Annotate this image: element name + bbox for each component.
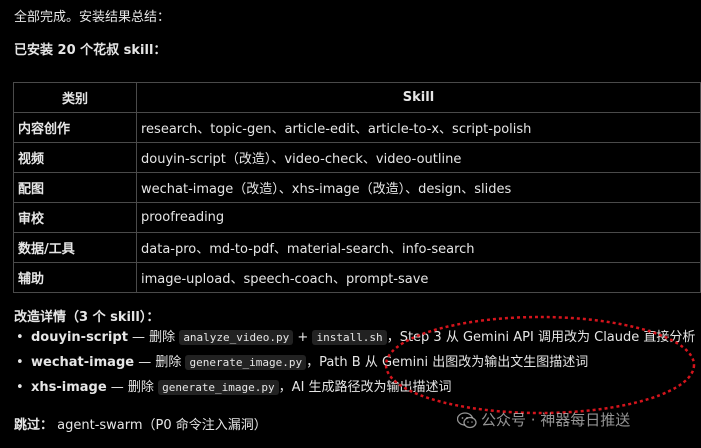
detail-text: ，AI 生成路径改为输出描述词 xyxy=(278,380,452,395)
category-cell: 辅助 xyxy=(13,262,137,293)
skill-name: wechat-image xyxy=(31,355,135,370)
skip-label: 跳过： xyxy=(14,418,54,433)
details-list: • douyin-script — 删除 analyze_video.py + i… xyxy=(14,326,695,401)
category-cell: 视频 xyxy=(13,142,137,173)
list-item: • xhs-image — 删除 generate_image.py ，AI 生成路… xyxy=(14,376,695,401)
installed-heading: 已安装 20 个花叔 skill： xyxy=(14,43,167,58)
detail-sep: — 删除 xyxy=(127,330,180,345)
chat-response: 全部完成。安装结果总结： 已安装 20 个花叔 skill： 类别 Skill … xyxy=(0,0,701,448)
table-row: 视频 douyin-script（改造）、video-check、video-o… xyxy=(13,142,701,173)
skills-cell: douyin-script（改造）、video-check、video-outl… xyxy=(136,142,701,173)
skip-value: agent-swarm（P0 命令注入漏洞） xyxy=(57,418,267,433)
skills-cell: data-pro、md-to-pdf、material-search、info-… xyxy=(136,232,701,263)
detail-plus: + xyxy=(293,330,313,345)
watermark: 公众号 · 神器每日推送 xyxy=(457,409,630,430)
details-heading: 改造详情（3 个 skill）： xyxy=(14,310,160,325)
table-header-row: 类别 Skill xyxy=(13,82,701,113)
detail-sep: — 删除 xyxy=(134,355,186,370)
skills-table: 类别 Skill 内容创作 research、topic-gen、article… xyxy=(13,82,701,293)
category-cell: 审校 xyxy=(13,202,137,233)
column-header-skill: Skill xyxy=(136,82,701,113)
category-cell: 配图 xyxy=(13,172,137,203)
detail-text: ，Step 3 从 Gemini API 调用改为 Claude 直接分析 xyxy=(386,330,696,345)
detail-sep: — 删除 xyxy=(106,380,159,395)
category-cell: 内容创作 xyxy=(13,112,137,143)
skills-cell: research、topic-gen、article-edit、article-… xyxy=(136,112,701,143)
table-row: 审校 proofreading xyxy=(13,202,701,233)
table-row: 数据/工具 data-pro、md-to-pdf、material-search… xyxy=(13,232,701,263)
table-row: 内容创作 research、topic-gen、article-edit、art… xyxy=(13,112,701,143)
skill-name: douyin-script xyxy=(31,330,128,345)
skill-name: xhs-image xyxy=(31,380,107,395)
file-code: install.sh xyxy=(312,330,387,345)
list-item: • douyin-script — 删除 analyze_video.py + i… xyxy=(14,326,695,351)
skills-cell: proofreading xyxy=(136,202,701,233)
skip-line: 跳过： agent-swarm（P0 命令注入漏洞） xyxy=(14,414,267,433)
file-code: generate_image.py xyxy=(158,380,279,395)
watermark-text: 公众号 · 神器每日推送 xyxy=(481,411,631,429)
skills-cell: wechat-image（改造）、xhs-image（改造）、design、sl… xyxy=(136,172,701,203)
detail-text: ，Path B 从 Gemini 出图改为输出文生图描述词 xyxy=(306,355,589,370)
table-row: 辅助 image-upload、speech-coach、prompt-save xyxy=(13,262,701,293)
bullet-icon: • xyxy=(16,380,24,395)
file-code: generate_image.py xyxy=(185,355,307,370)
wechat-icon xyxy=(457,412,477,429)
list-item: • wechat-image — 删除 generate_image.py ，Pat… xyxy=(14,351,695,376)
column-header-category: 类别 xyxy=(13,82,137,113)
bullet-icon: • xyxy=(16,355,24,370)
file-code: analyze_video.py xyxy=(179,330,294,345)
skills-cell: image-upload、speech-coach、prompt-save xyxy=(136,262,701,293)
bullet-icon: • xyxy=(16,330,24,345)
table-row: 配图 wechat-image（改造）、xhs-image（改造）、design… xyxy=(13,172,701,203)
category-cell: 数据/工具 xyxy=(13,232,137,263)
intro-text: 全部完成。安装结果总结： xyxy=(14,10,171,25)
